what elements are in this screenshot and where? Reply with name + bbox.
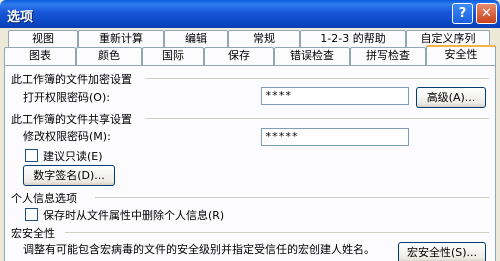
macro-section-title: 宏安全性 — [11, 227, 55, 240]
tab-international[interactable]: 国际 — [142, 47, 204, 65]
security-panel: 此工作簿的文件加密设置 打开权限密码(O): **** 高级(A)... 此工作… — [4, 65, 496, 261]
remove-personal-label: 保存时从文件属性中删除个人信息(R) — [43, 209, 225, 222]
tab-spelling[interactable]: 拼写检查 — [350, 47, 426, 65]
tab-error-checking[interactable]: 错误检查 — [274, 47, 350, 65]
privacy-divider — [95, 197, 489, 198]
readonly-checkbox[interactable] — [25, 149, 38, 162]
tab-recalculate[interactable]: 重新计算 — [78, 30, 164, 48]
tab-123-help[interactable]: 1-2-3 的帮助 — [300, 30, 406, 48]
macro-security-button[interactable]: 宏安全性(S)... — [398, 242, 486, 261]
tab-security[interactable]: 安全性 — [426, 45, 496, 65]
modify-password-input[interactable]: ***** — [261, 128, 409, 146]
tab-save[interactable]: 保存 — [204, 47, 274, 65]
window-title: 选项 — [7, 10, 34, 25]
readonly-label: 建议只读(E) — [43, 150, 103, 163]
help-icon[interactable]: ? — [452, 3, 473, 24]
tab-color[interactable]: 颜色 — [76, 47, 142, 65]
share-section-title: 此工作簿的文件共享设置 — [11, 113, 132, 126]
open-password-input[interactable]: **** — [261, 87, 409, 105]
macro-description: 调整有可能包含宏病毒的文件的安全级别并指定受信任的宏创建人姓名。 — [23, 243, 375, 256]
encrypt-section-title: 此工作簿的文件加密设置 — [11, 73, 132, 86]
open-password-label: 打开权限密码(O): — [23, 91, 110, 104]
tab-general[interactable]: 常规 — [228, 30, 300, 48]
advanced-button[interactable]: 高级(A)... — [416, 87, 486, 108]
macro-divider — [65, 232, 489, 233]
title-bar: 选项 ? ✕ — [0, 0, 500, 28]
share-divider — [145, 118, 489, 119]
tab-chart[interactable]: 图表 — [4, 47, 76, 65]
modify-password-label: 修改权限密码(M): — [23, 130, 111, 143]
encrypt-divider — [145, 78, 489, 79]
privacy-section-title: 个人信息选项 — [11, 192, 77, 205]
tab-edit[interactable]: 编辑 — [164, 30, 228, 48]
digital-signature-button[interactable]: 数字签名(D)... — [23, 165, 115, 186]
tab-view[interactable]: 视图 — [8, 30, 78, 48]
close-icon[interactable]: ✕ — [476, 3, 497, 24]
remove-personal-checkbox[interactable] — [25, 208, 38, 221]
